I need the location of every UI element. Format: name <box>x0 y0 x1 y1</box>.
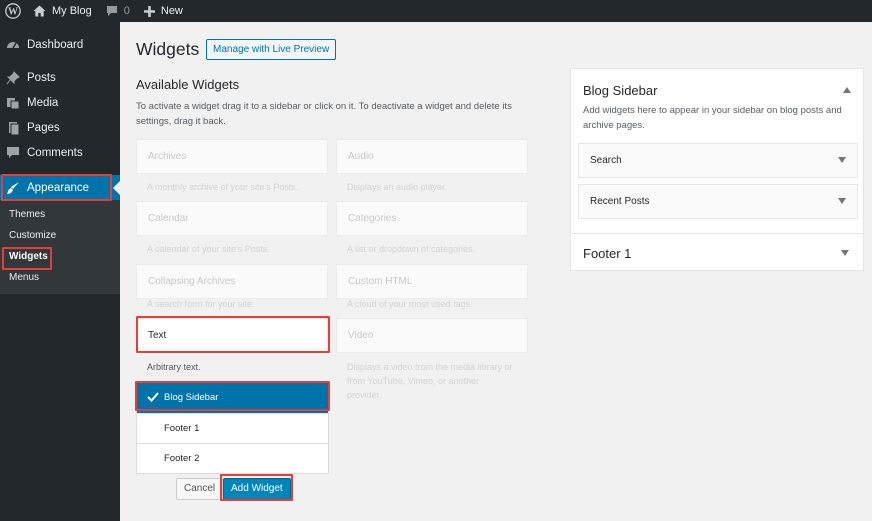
menu-label: Dashboard <box>27 38 84 51</box>
widget-archives[interactable]: Archives <box>136 139 328 174</box>
admin-bar: W My Blog 0 New <box>0 0 872 22</box>
submenu-item-themes[interactable]: Themes <box>0 204 120 225</box>
chooser-option-footer-2[interactable]: Footer 2 <box>137 443 328 473</box>
menu-item-comments[interactable]: Comments <box>0 140 120 165</box>
new-label: New <box>160 5 183 17</box>
footer-1-area[interactable]: Footer 1 <box>570 233 864 271</box>
main-content: Widgets Manage with Live Preview Availab… <box>120 22 872 521</box>
available-widgets-title: Available Widgets <box>136 77 240 92</box>
widget-recent-posts[interactable]: Recent Posts <box>578 184 858 219</box>
menu-label: Posts <box>27 71 56 84</box>
chooser-label: Footer 1 <box>164 423 200 434</box>
comment-icon <box>106 6 117 16</box>
expand-arrow-icon[interactable] <box>838 157 846 163</box>
appearance-submenu: Themes Customize Widgets Menus <box>0 200 120 294</box>
site-name: My Blog <box>52 5 92 17</box>
widget-desc: A search form for your site. <box>147 299 255 309</box>
expand-arrow-icon[interactable] <box>841 250 849 256</box>
admin-menu: Dashboard Posts Media Pages Comments App… <box>0 22 120 521</box>
widget-calendar[interactable]: Calendar <box>136 201 328 236</box>
widget-custom-html[interactable]: Custom HTML <box>336 264 528 299</box>
cancel-button[interactable]: Cancel <box>176 478 224 500</box>
menu-item-posts[interactable]: Posts <box>0 65 120 90</box>
add-widget-button[interactable]: Add Widget <box>223 478 291 500</box>
dashboard-icon <box>6 38 20 52</box>
widget-desc: A list or dropdown of categories. <box>347 244 476 254</box>
live-preview-button[interactable]: Manage with Live Preview <box>206 39 337 60</box>
menu-item-pages[interactable]: Pages <box>0 115 120 140</box>
wordpress-logo-icon[interactable]: W <box>0 0 26 22</box>
widget-label: Search <box>590 155 622 166</box>
menu-item-appearance[interactable]: Appearance <box>0 175 120 200</box>
comment-icon <box>6 146 20 160</box>
widget-desc: A calendar of your site's Posts. <box>147 244 270 254</box>
widget-desc: A monthly archive of your site's Posts. <box>147 182 299 192</box>
widget-text[interactable]: Text <box>136 318 328 353</box>
menu-label: Media <box>27 96 59 109</box>
widget-desc: Displays an audio player. <box>347 182 448 192</box>
menu-label: Comments <box>27 146 83 159</box>
expand-arrow-icon[interactable] <box>838 198 846 204</box>
available-widgets-desc: To activate a widget drag it to a sideba… <box>136 101 512 127</box>
plus-icon <box>143 5 155 17</box>
site-name-link[interactable]: My Blog <box>26 0 99 22</box>
home-icon <box>33 5 46 17</box>
blog-sidebar-area: Blog Sidebar Add widgets here to appear … <box>570 68 864 246</box>
submenu-item-customize[interactable]: Customize <box>0 225 120 246</box>
svg-text:W: W <box>8 7 18 18</box>
pin-icon <box>6 70 20 85</box>
submenu-item-widgets[interactable]: Widgets <box>0 246 120 267</box>
checkmark-icon <box>147 392 159 402</box>
widget-collapsing-archives[interactable]: Collapsing Archives <box>136 264 328 299</box>
chooser-option-footer-1[interactable]: Footer 1 <box>137 413 328 443</box>
widget-desc: A cloud of your most used tags. <box>347 299 473 309</box>
page-title: Widgets <box>136 39 200 59</box>
menu-label: Pages <box>27 121 60 134</box>
comments-count: 0 <box>123 5 130 17</box>
new-content-link[interactable]: New <box>137 0 190 22</box>
menu-item-media[interactable]: Media <box>0 90 120 115</box>
menu-item-dashboard[interactable]: Dashboard <box>0 32 120 57</box>
widget-video[interactable]: Video <box>336 318 528 353</box>
widget-desc: Displays a video from the media library … <box>347 362 513 400</box>
submenu-item-menus[interactable]: Menus <box>0 267 120 288</box>
blog-sidebar-title[interactable]: Blog Sidebar <box>583 83 657 98</box>
widget-desc: Arbitrary text. <box>147 362 201 372</box>
chooser-label: Blog Sidebar <box>164 392 219 403</box>
widget-label: Recent Posts <box>590 196 650 207</box>
menu-label: Appearance <box>27 181 90 194</box>
brush-icon <box>6 181 20 195</box>
pages-icon <box>6 121 20 135</box>
footer-1-title: Footer 1 <box>583 246 632 261</box>
widget-categories[interactable]: Categories <box>336 201 528 236</box>
media-icon <box>6 96 20 110</box>
widget-audio[interactable]: Audio <box>336 139 528 174</box>
chooser-option-blog-sidebar[interactable]: Blog Sidebar <box>137 383 328 413</box>
blog-sidebar-desc: Add widgets here to appear in your sideb… <box>583 105 842 131</box>
sidebar-chooser: Blog Sidebar Footer 1 Footer 2 <box>136 382 329 474</box>
comments-link[interactable]: 0 <box>99 0 137 22</box>
widget-search[interactable]: Search <box>578 143 858 178</box>
collapse-arrow-icon[interactable] <box>843 87 851 93</box>
chooser-label: Footer 2 <box>164 453 200 464</box>
